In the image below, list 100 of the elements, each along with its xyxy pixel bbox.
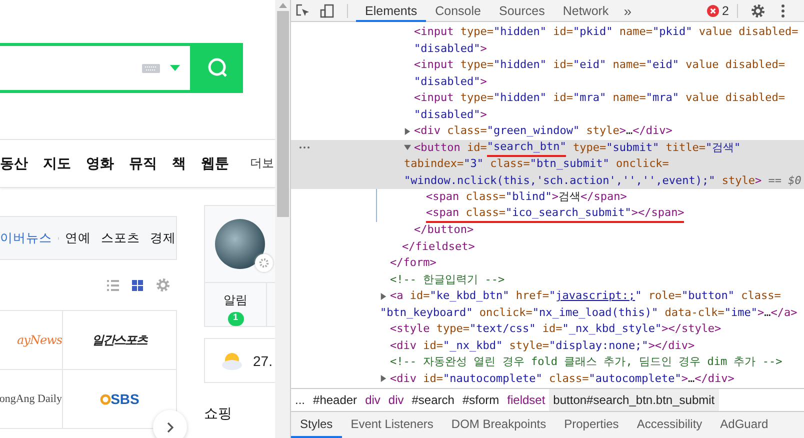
dom-node[interactable]: <input type="hidden" id="mra" name="mra" value disabled= "disabled"> [291, 90, 804, 123]
press-name: SBS [110, 391, 140, 407]
panel-tab[interactable]: Styles [291, 412, 342, 438]
more-tabs-button[interactable]: » [618, 2, 638, 18]
devtools-tab[interactable]: Sources [490, 1, 554, 22]
breadcrumb[interactable]: div [384, 389, 408, 411]
code-token: ></div> [648, 338, 695, 354]
panel-tab[interactable]: Event Listeners [342, 412, 442, 438]
dom-node[interactable]: <div id="_nx_kbd" style="display:none;"></div> [291, 338, 804, 354]
code-token: id= [422, 338, 443, 354]
panel-tab[interactable]: AdGuard [711, 412, 778, 438]
code-token: "btn_submit" [530, 156, 610, 172]
dom-node[interactable]: <a id="ke_kbd_btn" href="javascript:;" role="button" class= "btn_keyboard" onclick="nx_ime_load(this)" data-clk="ime">…</a> [291, 288, 804, 321]
settings-icon[interactable] [255, 254, 273, 272]
code-token: "pkid" [652, 24, 692, 40]
next-button[interactable] [153, 410, 187, 438]
code-token: > [480, 106, 487, 122]
news-tab[interactable]: 연예 [65, 230, 91, 246]
code-token: value disabled= [698, 24, 798, 40]
code-token: "_nx_kbd_style" [562, 321, 662, 337]
breadcrumb[interactable]: div [361, 389, 384, 411]
collapsed-triangle-icon[interactable] [404, 128, 411, 135]
more-link[interactable]: 더보 [250, 155, 274, 172]
collapsed-triangle-icon[interactable] [380, 292, 387, 300]
code-token: … [764, 304, 771, 320]
code-token: id= [466, 140, 487, 156]
panel-tab[interactable]: Properties [555, 412, 628, 438]
code-token: "submit" [606, 140, 660, 156]
scrollbar-thumb[interactable] [276, 11, 288, 217]
news-tab[interactable]: 경제 [150, 230, 176, 246]
code-token: </div> [694, 370, 734, 386]
code-token: <input [414, 90, 454, 106]
news-tab[interactable]: 스포츠 [101, 230, 140, 246]
breadcrumb[interactable]: #sform [458, 389, 504, 411]
devtools-tab[interactable]: Console [426, 1, 490, 22]
press-logo[interactable]: 일간스포츠 [63, 311, 176, 370]
search-field[interactable] [0, 43, 193, 93]
code-token: > [619, 123, 626, 139]
breadcrumb[interactable]: #header [309, 389, 362, 411]
code-token: "disabled" [414, 106, 480, 122]
nav-link[interactable]: 책 [172, 154, 186, 172]
code-token: > [758, 304, 764, 320]
breadcrumb[interactable]: fieldset [503, 389, 550, 411]
breadcrumb[interactable]: button#search_btn.btn_submit [549, 389, 719, 411]
code-token: <!-- 자동완성 열린 경우 fold 클래스 추가, 딤드인 경우 dim 추가 --> [390, 354, 782, 370]
dom-node[interactable]: <span class="blind">검색</span> [291, 189, 804, 206]
dom-node[interactable]: <!-- 자동완성 열린 경우 fold 클래스 추가, 딤드인 경우 dim 추가 --> [291, 354, 804, 370]
code-link[interactable]: javascript:; [556, 288, 636, 304]
collapsed-triangle-icon[interactable] [380, 375, 387, 382]
scroll-up-arrow-icon[interactable] [278, 3, 286, 8]
code-token: style [585, 123, 620, 139]
code-token: id= [552, 57, 573, 73]
grid-view-icon[interactable] [132, 280, 143, 290]
dom-node[interactable]: <input type="hidden" id="eid" name="eid" value disabled= "disabled"> [291, 57, 804, 90]
dom-node[interactable]: <style type="text/css" id="_nx_kbd_style"></style> [291, 321, 804, 338]
selected-dom-node[interactable]: <button id="search_btn" type="submit" title="검색" tabindex="3" class="btn_submit" onclick= "window.nclick(this,'sch.action','','',event);" style> == $0 [291, 140, 804, 189]
code-token: <input [414, 57, 454, 73]
code-token: class= [459, 204, 506, 223]
press-name: ongAng Daily [0, 393, 62, 405]
error-count[interactable]: 2 [722, 4, 729, 18]
devtools-tab[interactable]: Network [554, 1, 618, 22]
code-token: type= [459, 24, 494, 40]
code-token: "window.nclick(this,'sch.action','','',event);" [404, 172, 716, 188]
nav-link[interactable]: 웹툰 [201, 154, 229, 172]
notification-link[interactable]: 알림 [224, 292, 248, 309]
code-token: " [548, 288, 556, 304]
dom-node[interactable]: <div class="green_window" style>…</div> [291, 123, 804, 140]
nav-link[interactable]: 뮤직 [129, 154, 157, 172]
breadcrumb[interactable]: #search [408, 389, 458, 411]
ellipsis-icon[interactable] [299, 146, 310, 148]
code-token: onclick= [478, 304, 532, 320]
code-token: class= [464, 189, 506, 205]
code-token: name= [612, 90, 646, 106]
code-token: " [635, 288, 642, 304]
code-token: </a> [770, 304, 798, 320]
press-logo[interactable]: ongAng Daily [0, 370, 63, 429]
avatar-photo-placeholder [215, 219, 265, 269]
dom-node[interactable]: <!-- 한글입력기 --> [291, 272, 804, 288]
nav-link[interactable]: 지도 [43, 154, 71, 172]
panel-tab[interactable]: Accessibility [628, 412, 712, 438]
dom-node[interactable]: <span class="ico_search_submit"></span> [291, 206, 804, 222]
code-token: "mra" [572, 90, 606, 106]
code-token: "display:none;" [548, 338, 648, 354]
list-view-icon[interactable] [107, 280, 119, 290]
panel-tab[interactable]: DOM Breakpoints [442, 412, 556, 438]
breadcrumb[interactable]: ... [291, 389, 310, 411]
dom-node[interactable]: <input type="hidden" id="pkid" name="pkid" value disabled= "disabled"> [291, 24, 804, 57]
devtools-tab[interactable]: Elements [356, 1, 426, 22]
news-tab[interactable]: 이버뉴스 [0, 230, 52, 246]
code-token: "검색" [705, 140, 741, 156]
code-token: "hidden" [494, 24, 546, 40]
code-token: <div [414, 123, 440, 139]
code-token: "3" [464, 156, 484, 172]
nav-link[interactable]: 영화 [86, 154, 114, 172]
dom-node[interactable]: <div id="nautocomplete" class="autocomplete">…</div> [291, 370, 804, 387]
code-token: type= [572, 140, 606, 156]
expanded-triangle-icon[interactable] [404, 144, 411, 152]
partly-cloudy-icon [219, 352, 245, 370]
nav-link[interactable]: 동산 [0, 154, 28, 172]
code-token: id= [422, 370, 443, 386]
